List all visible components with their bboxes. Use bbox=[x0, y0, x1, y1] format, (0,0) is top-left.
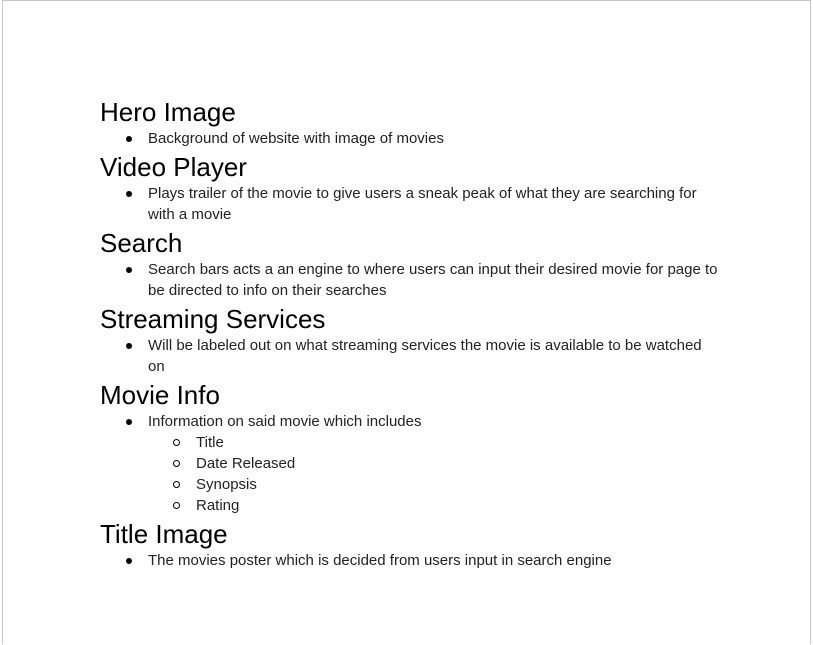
heading-video-player: Video Player bbox=[100, 152, 247, 182]
bullet-circle-icon bbox=[173, 502, 180, 509]
document-content: Hero Image Background of website with im… bbox=[100, 96, 720, 573]
document-page: Hero Image Background of website with im… bbox=[2, 0, 811, 644]
heading-streaming-services: Streaming Services bbox=[100, 304, 326, 334]
heading-title-image: Title Image bbox=[100, 519, 228, 549]
bullet-circle-icon bbox=[173, 439, 180, 446]
sub-bullet-item: Rating bbox=[148, 495, 720, 516]
sub-bullet-list: Title Date Released Synopsis Rating bbox=[148, 432, 720, 516]
section-streaming-services: Streaming Services Will be labeled out o… bbox=[100, 303, 720, 377]
bullet-dot-icon bbox=[126, 343, 132, 349]
sub-bullet-text: Synopsis bbox=[196, 476, 257, 493]
section-title-image: Title Image The movies poster which is d… bbox=[100, 518, 720, 571]
bullet-circle-icon bbox=[173, 460, 180, 467]
sub-bullet-text: Rating bbox=[196, 497, 240, 514]
bullet-list: Background of website with image of movi… bbox=[100, 128, 720, 149]
bullet-list: Will be labeled out on what streaming se… bbox=[100, 335, 720, 377]
bullet-text: Search bars acts a an engine to where us… bbox=[148, 261, 718, 299]
bullet-dot-icon bbox=[126, 267, 132, 273]
bullet-item: Plays trailer of the movie to give users… bbox=[100, 183, 720, 225]
bullet-item: The movies poster which is decided from … bbox=[100, 550, 720, 571]
bullet-text: Background of website with image of movi… bbox=[148, 130, 444, 147]
sub-bullet-text: Date Released bbox=[196, 455, 296, 472]
bullet-list: Search bars acts a an engine to where us… bbox=[100, 259, 720, 301]
bullet-text: Will be labeled out on what streaming se… bbox=[148, 337, 702, 375]
bullet-dot-icon bbox=[126, 419, 132, 425]
heading-movie-info: Movie Info bbox=[100, 380, 220, 410]
bullet-item: Will be labeled out on what streaming se… bbox=[100, 335, 720, 377]
bullet-item: Background of website with image of movi… bbox=[100, 128, 720, 149]
bullet-text: Information on said movie which includes bbox=[148, 413, 422, 430]
bullet-item: Information on said movie which includes… bbox=[100, 411, 720, 516]
sub-bullet-item: Title bbox=[148, 432, 720, 453]
section-hero-image: Hero Image Background of website with im… bbox=[100, 96, 720, 149]
bullet-circle-icon bbox=[173, 481, 180, 488]
section-movie-info: Movie Info Information on said movie whi… bbox=[100, 379, 720, 516]
bullet-list: The movies poster which is decided from … bbox=[100, 550, 720, 571]
bullet-item: Search bars acts a an engine to where us… bbox=[100, 259, 720, 301]
bullet-text: The movies poster which is decided from … bbox=[148, 552, 612, 569]
bullet-list: Plays trailer of the movie to give users… bbox=[100, 183, 720, 225]
bullet-text: Plays trailer of the movie to give users… bbox=[148, 185, 697, 223]
section-video-player: Video Player Plays trailer of the movie … bbox=[100, 151, 720, 225]
sub-bullet-text: Title bbox=[196, 434, 224, 451]
bullet-list: Information on said movie which includes… bbox=[100, 411, 720, 516]
heading-search: Search bbox=[100, 228, 183, 258]
sub-bullet-item: Date Released bbox=[148, 453, 720, 474]
heading-hero-image: Hero Image bbox=[100, 97, 236, 127]
bullet-dot-icon bbox=[126, 558, 132, 564]
bullet-dot-icon bbox=[126, 191, 132, 197]
sub-bullet-item: Synopsis bbox=[148, 474, 720, 495]
section-search: Search Search bars acts a an engine to w… bbox=[100, 227, 720, 301]
bullet-dot-icon bbox=[126, 136, 132, 142]
